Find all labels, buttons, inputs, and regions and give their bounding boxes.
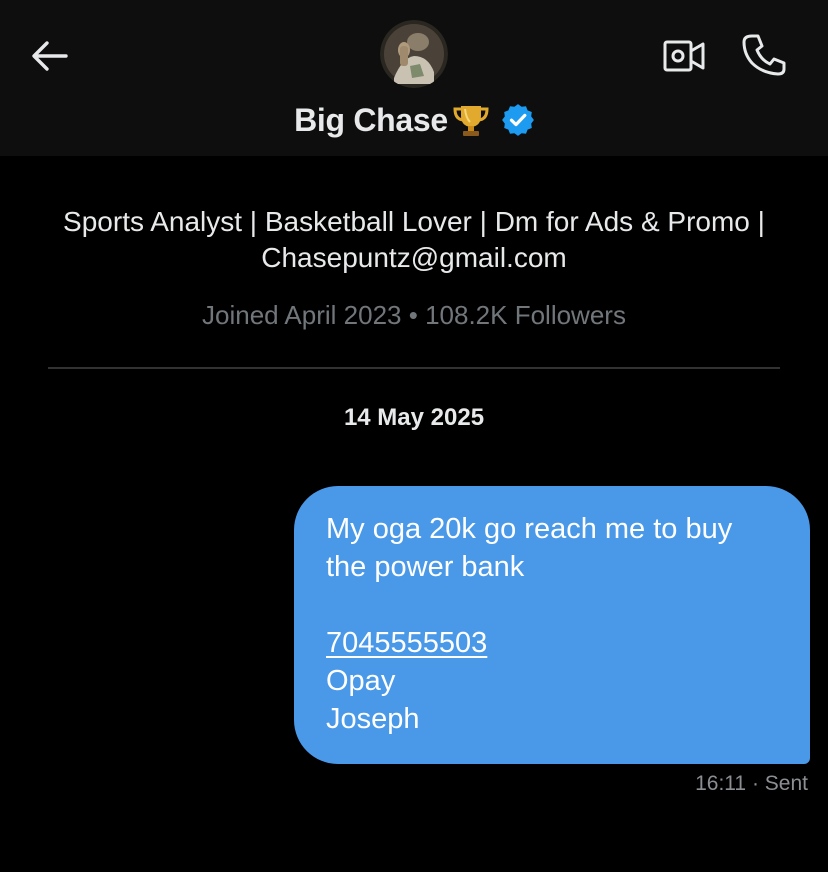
message-text-line: the power bank [326, 551, 525, 583]
arrow-left-icon [32, 41, 68, 71]
phone-number-link[interactable]: 7045555503 [326, 627, 487, 659]
video-call-button[interactable] [660, 34, 708, 78]
video-call-icon [663, 40, 705, 72]
meta-separator: • [408, 300, 418, 330]
avatar[interactable] [380, 20, 448, 88]
message-text-line: Joseph [326, 703, 420, 735]
profile-photo [380, 20, 448, 88]
phone-call-button[interactable] [738, 30, 790, 80]
followers-count[interactable]: 108.2K Followers [425, 300, 626, 330]
message-text-line: My oga 20k go reach me to buy [326, 513, 733, 545]
display-name[interactable]: Big Chase [294, 102, 448, 139]
conversation-header: Big Chase [0, 0, 828, 156]
joined-date: Joined April 2023 [202, 300, 402, 330]
verified-badge-icon [501, 104, 534, 136]
message-status: 16:11 · Sent [695, 772, 808, 796]
message-sent-status: Sent [764, 772, 808, 795]
profile-meta: Joined April 2023 • 108.2K Followers [0, 300, 828, 331]
phone-icon [742, 34, 786, 76]
divider [48, 367, 780, 369]
profile-bio: Sports Analyst | Basketball Lover | Dm f… [63, 206, 765, 273]
message-bubble[interactable]: My oga 20k go reach me to buy the power … [294, 486, 810, 764]
conversation-date: 14 May 2025 [343, 404, 485, 431]
status-separator: · [751, 772, 759, 795]
title-row: Big Chase [0, 98, 828, 142]
trophy-emoji-icon [453, 106, 489, 136]
back-button[interactable] [28, 34, 72, 78]
message-time: 16:11 [695, 772, 747, 795]
message-text-line: Opay [326, 665, 396, 697]
